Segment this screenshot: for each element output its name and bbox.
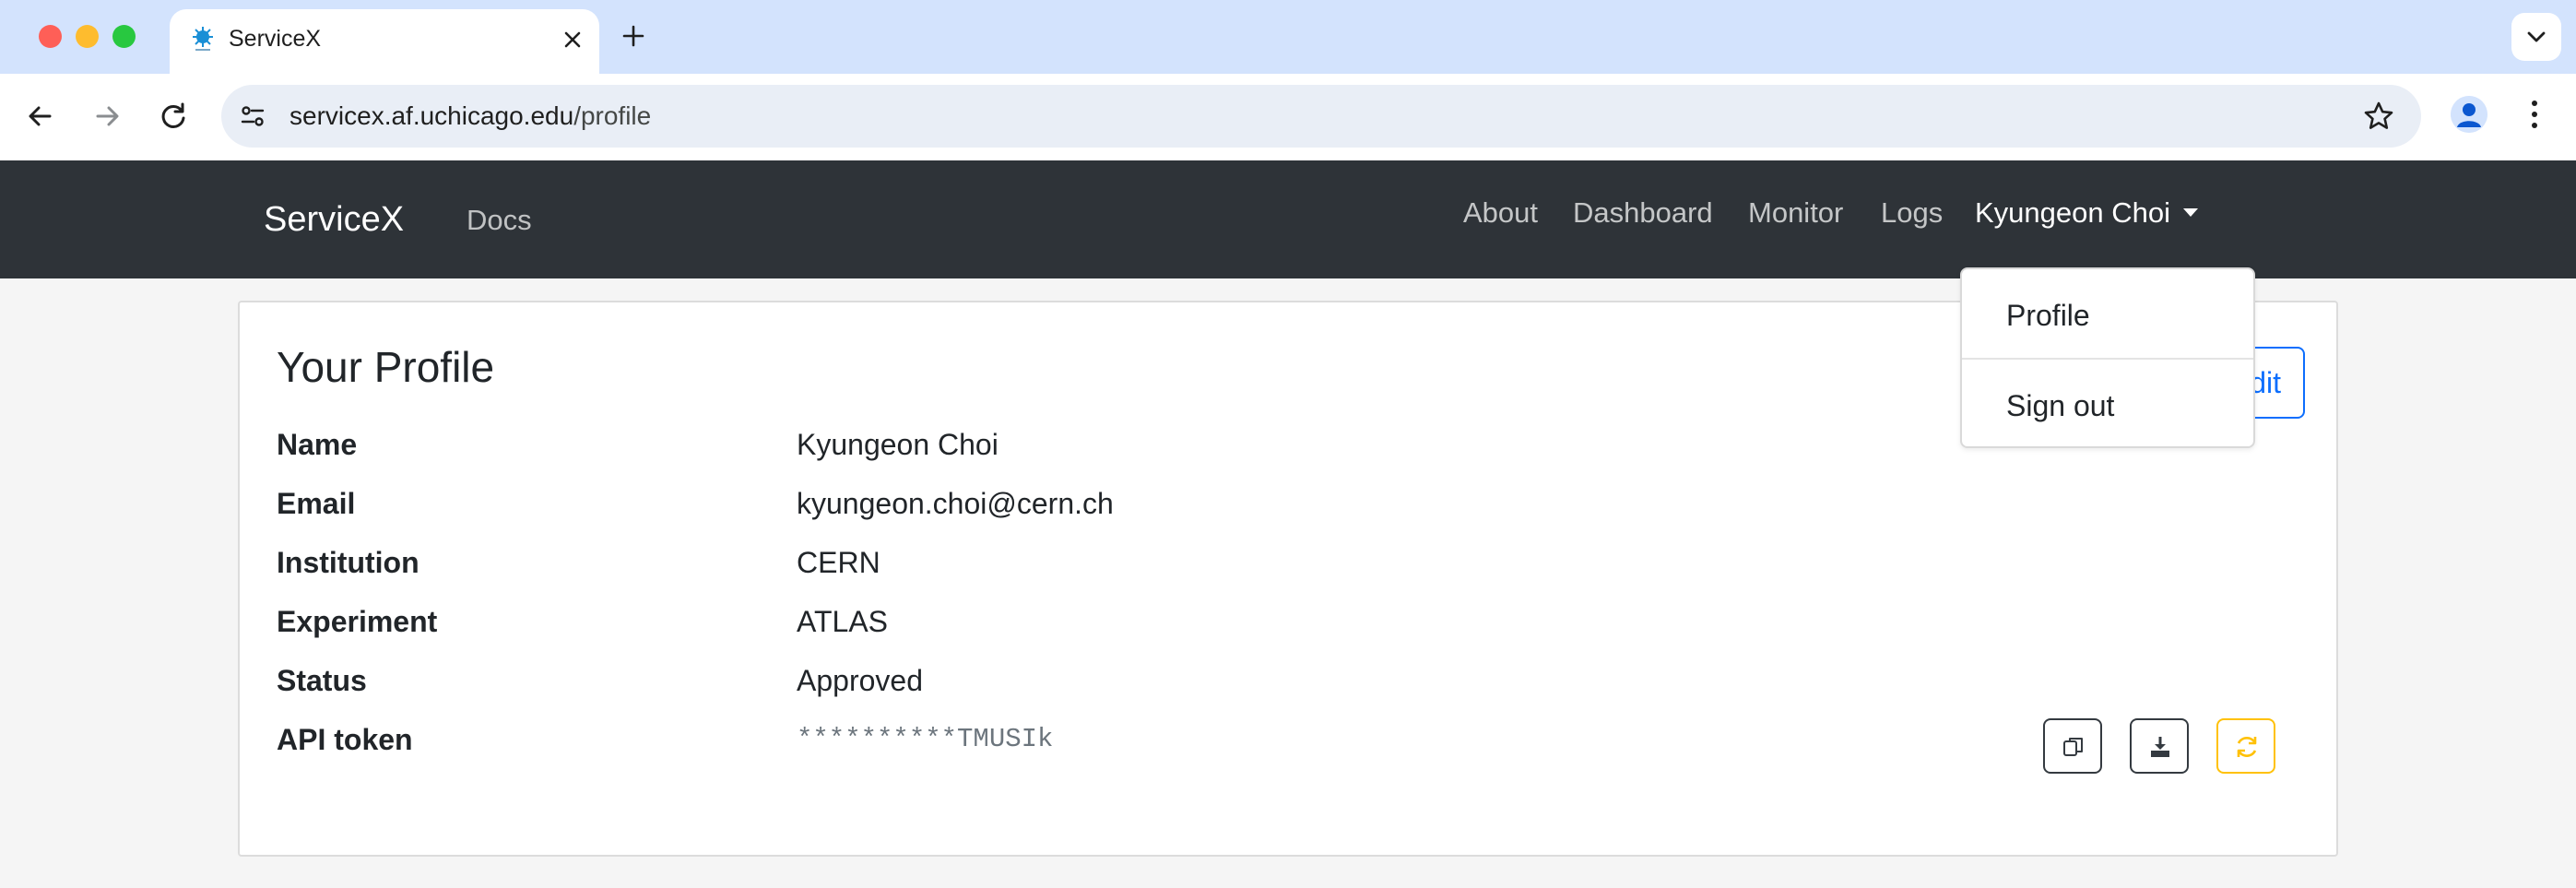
forward-arrow-icon[interactable] [89, 98, 125, 135]
tab-title: ServiceX [229, 26, 322, 52]
reload-icon[interactable] [155, 98, 192, 135]
field-label: Name [277, 428, 358, 461]
copy-icon [2063, 738, 2083, 756]
field-label: Email [277, 487, 356, 520]
profile-row-status: Status Approved [277, 658, 2121, 703]
field-value: Kyungeon Choi [797, 428, 998, 461]
nav-link-monitor[interactable]: Monitor [1748, 195, 1843, 231]
profile-row-email: Email kyungeon.choi@cern.ch [277, 481, 2121, 526]
field-value: CERN [797, 546, 880, 579]
bookmark-star-icon[interactable] [2362, 100, 2395, 133]
field-label: API token [277, 723, 413, 756]
refresh-token-button[interactable] [2216, 718, 2275, 774]
site-navbar: ServiceX Docs About Dashboard Monitor Lo… [0, 160, 2576, 278]
field-value: Approved [797, 664, 923, 697]
download-icon [2151, 737, 2169, 757]
navbar-brand[interactable]: ServiceX [264, 199, 404, 240]
field-value: ATLAS [797, 605, 888, 638]
nav-link-docs[interactable]: Docs [467, 203, 532, 238]
profile-row-name: Name Kyungeon Choi [277, 422, 2121, 467]
dropdown-item-profile[interactable]: Profile [1962, 286, 2253, 345]
profile-row-institution: Institution CERN [277, 540, 2121, 585]
window-zoom-button[interactable] [112, 25, 136, 48]
back-arrow-icon[interactable] [22, 98, 59, 135]
url-path: /profile [573, 101, 652, 130]
person-icon [2451, 96, 2487, 133]
user-menu-label: Kyungeon Choi [1975, 196, 2170, 229]
more-options-icon[interactable] [2523, 96, 2546, 133]
nav-link-logs[interactable]: Logs [1881, 195, 1943, 231]
browser-tab[interactable]: ServiceX [170, 9, 599, 74]
nav-link-dashboard[interactable]: Dashboard [1573, 195, 1713, 231]
dropdown-divider [1962, 358, 2253, 360]
field-label: Institution [277, 546, 419, 579]
site-info-icon[interactable] [238, 101, 267, 131]
field-label: Status [277, 664, 367, 697]
user-dropdown-menu: Profile Sign out [1960, 267, 2255, 448]
url-text: servicex.af.uchicago.edu/profile [290, 101, 651, 132]
browser-toolbar: servicex.af.uchicago.edu/profile [0, 74, 2576, 160]
browser-tab-bar: ServiceX [0, 0, 2576, 74]
browser-profile-avatar[interactable] [2451, 96, 2487, 133]
refresh-icon [2237, 737, 2257, 757]
profile-row-experiment: Experiment ATLAS [277, 599, 2121, 644]
tab-search-button[interactable] [2511, 13, 2561, 61]
nav-link-about[interactable]: About [1463, 195, 1538, 231]
caret-down-icon [2183, 208, 2198, 218]
user-menu-toggle[interactable]: Kyungeon Choi [1975, 195, 2198, 231]
address-bar[interactable]: servicex.af.uchicago.edu/profile [221, 85, 2421, 148]
dropdown-item-sign-out[interactable]: Sign out [1962, 376, 2253, 435]
new-tab-icon[interactable] [620, 22, 647, 50]
field-value: kyungeon.choi@cern.ch [797, 487, 1114, 520]
chevron-down-icon [2527, 31, 2546, 42]
url-host: servicex.af.uchicago.edu [290, 101, 574, 130]
api-token-value: **********TMUSIk [797, 724, 1054, 754]
download-token-button[interactable] [2130, 718, 2189, 774]
field-label: Experiment [277, 605, 438, 638]
copy-token-button[interactable] [2043, 718, 2102, 774]
close-tab-icon[interactable] [561, 28, 585, 52]
window-minimize-button[interactable] [76, 25, 99, 48]
servicex-favicon-icon [193, 27, 213, 51]
page-title: Your Profile [277, 343, 495, 391]
window-close-button[interactable] [39, 25, 62, 48]
profile-row-api-token: API token **********TMUSIk [277, 717, 2121, 762]
